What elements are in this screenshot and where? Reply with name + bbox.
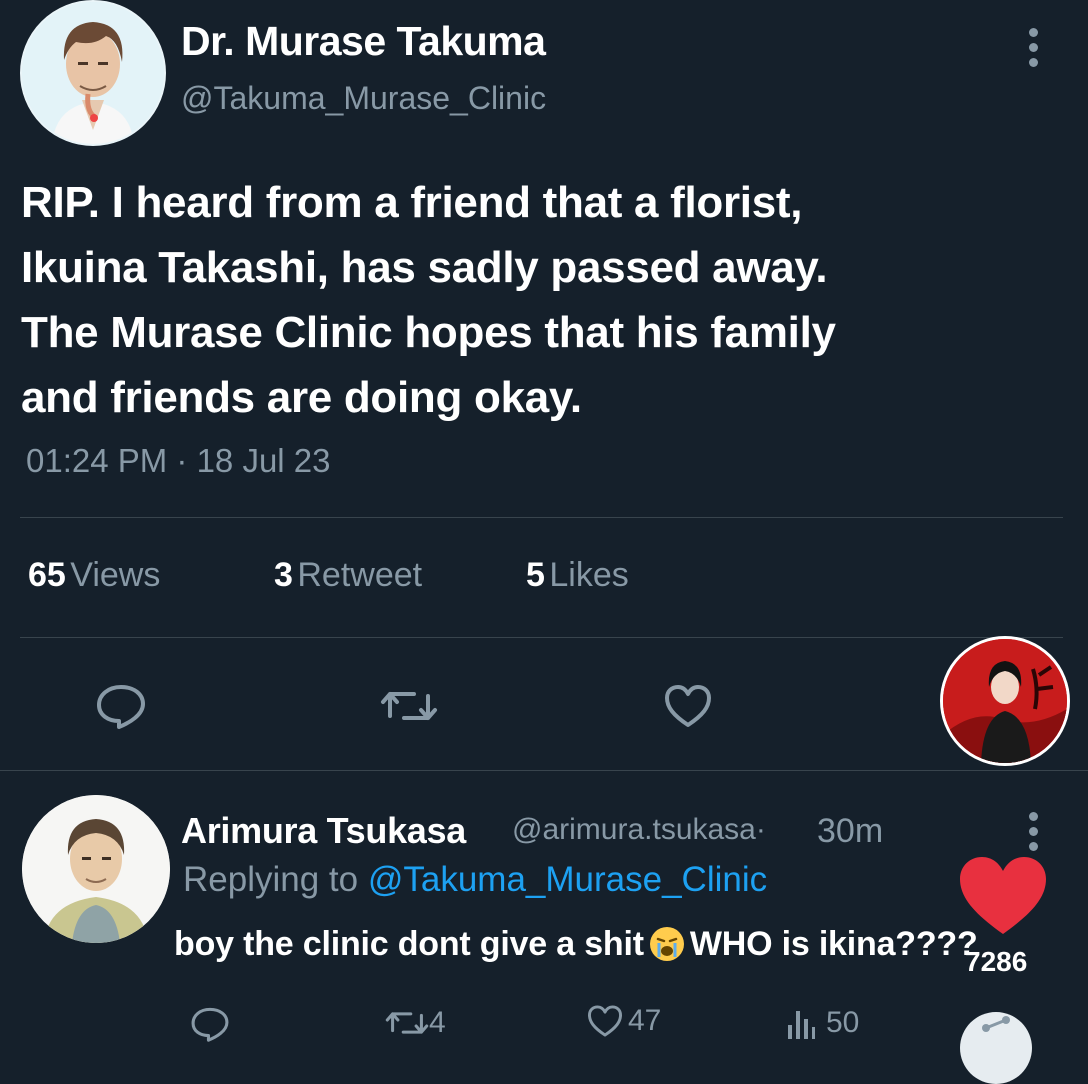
more-options-icon[interactable] (1022, 28, 1046, 68)
reply-author-name[interactable]: Arimura Tsukasa (181, 810, 466, 852)
views-bar-chart-icon (786, 1007, 816, 1039)
author-avatar[interactable] (20, 0, 166, 146)
tweet-text-line: Ikuina Takashi, has sadly passed away. (21, 243, 828, 292)
reply-handle-text: @arimura.tsukasa (512, 813, 756, 846)
retweet-icon[interactable] (380, 686, 438, 726)
views-label: Views (70, 556, 161, 594)
replying-prefix: Replying to (183, 860, 359, 899)
heart-overlay-icon (957, 854, 1049, 941)
likes-stat[interactable]: 5 Likes (526, 556, 629, 595)
tweet-text: RIP. I heard from a friend that a floris… (21, 170, 1071, 430)
divider (20, 637, 1063, 638)
author-display-name[interactable]: Dr. Murase Takuma (181, 18, 546, 65)
author-handle[interactable]: @Takuma_Murase_Clinic (181, 80, 546, 117)
reply-views-count: 50 (826, 1006, 860, 1039)
like-icon[interactable] (663, 683, 713, 729)
tweet-text-line: and friends are doing okay. (21, 373, 582, 422)
reply-author-avatar[interactable] (22, 795, 170, 943)
views-stat: 65 Views (28, 556, 160, 595)
author-avatar-illustration (22, 2, 164, 144)
reply-reply-icon[interactable] (190, 1006, 230, 1042)
replying-to: Replying to @Takuma_Murase_Clinic (183, 860, 767, 900)
reply-like-count: 47 (628, 1004, 662, 1037)
divider (20, 517, 1063, 518)
tweet-timestamp[interactable]: 01:24 PM · 18 Jul 23 (26, 442, 331, 480)
reply-avatar-illustration (22, 795, 170, 943)
reply-like-action[interactable]: 47 (586, 1004, 661, 1038)
reply-text: boy the clinic dont give a shit WHO is i… (174, 925, 978, 964)
reply-text-part: WHO is ikina???? (689, 925, 978, 963)
separator: · (755, 813, 766, 846)
likes-count: 5 (526, 556, 545, 594)
retweets-label: Retweet (297, 556, 423, 594)
reply-retweet-action[interactable]: 4 (385, 1006, 446, 1040)
divider (0, 770, 1088, 771)
reply-like-icon (586, 1004, 624, 1038)
reply-retweet-icon (385, 1007, 429, 1039)
share-icon[interactable] (960, 1012, 1032, 1084)
reply-time-ago[interactable]: 30m (817, 812, 883, 851)
views-count: 65 (28, 556, 66, 594)
retweets-stat[interactable]: 3 Retweet (274, 556, 422, 595)
reply-retweet-count: 4 (429, 1006, 446, 1039)
loudly-crying-face-icon (649, 927, 684, 961)
retweets-count: 3 (274, 556, 293, 594)
reply-author-handle[interactable]: @arimura.tsukasa· (512, 813, 766, 847)
replying-to-link[interactable]: @Takuma_Murase_Clinic (368, 860, 767, 899)
reply-icon[interactable] (95, 683, 147, 729)
floating-avatar-illustration (943, 639, 1067, 763)
tweet-text-line: RIP. I heard from a friend that a floris… (21, 178, 803, 227)
tweet-text-line: The Murase Clinic hopes that his family (21, 308, 836, 357)
floating-avatar[interactable] (940, 636, 1070, 766)
reply-more-options-icon[interactable] (1022, 812, 1046, 852)
reply-views-action[interactable]: 50 (786, 1006, 859, 1040)
heart-overlay-count: 7286 (965, 946, 1028, 977)
reply-text-part: boy the clinic dont give a shit (174, 925, 644, 963)
likes-label: Likes (549, 556, 629, 594)
